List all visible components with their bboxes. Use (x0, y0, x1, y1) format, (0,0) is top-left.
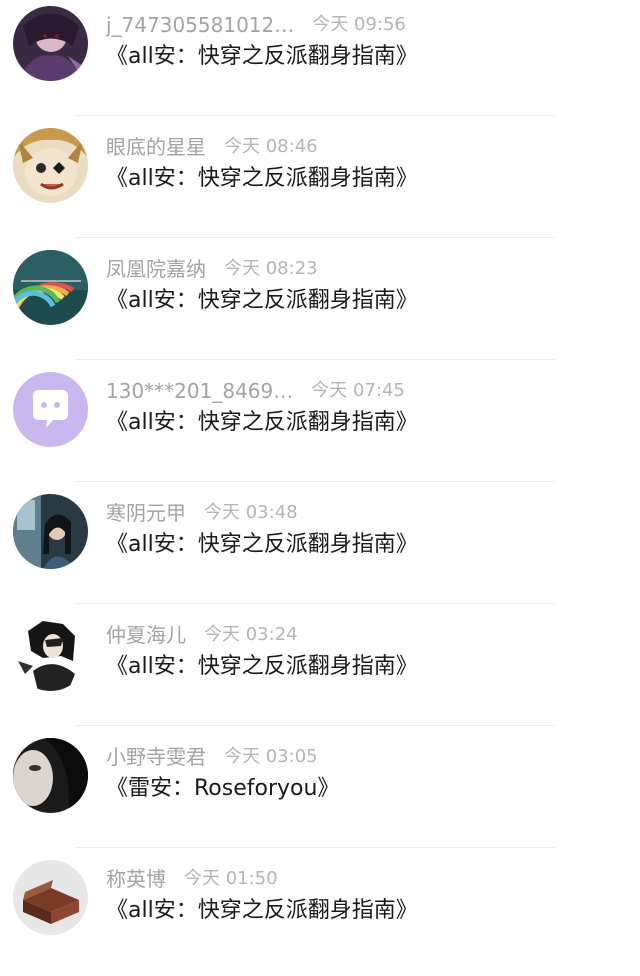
comment-text[interactable]: 《all安：快穿之反派翻身指南》 (106, 528, 418, 562)
divider (75, 603, 555, 604)
comment-text[interactable]: 《雷安：Roseforyou》 (106, 772, 339, 806)
comment-text[interactable]: 《all安：快穿之反派翻身指南》 (106, 406, 418, 440)
face-closeup-avatar-icon (13, 738, 88, 813)
username[interactable]: 仲夏海儿 (106, 619, 186, 651)
divider (75, 725, 555, 726)
girl-window-avatar-icon (13, 494, 88, 569)
timestamp: 今天 07:45 (311, 380, 405, 401)
username[interactable]: 凤凰院嘉纳 (106, 253, 206, 285)
username[interactable]: 寒阴元甲 (106, 497, 186, 529)
comment-text[interactable]: 《all安：快穿之反派翻身指南》 (106, 650, 418, 684)
username[interactable]: j_747305581012… (106, 9, 294, 41)
list-item[interactable]: 130***201_8469… 今天 07:45 《all安：快穿之反派翻身指南》 (0, 366, 640, 488)
timestamp: 今天 08:46 (224, 136, 318, 157)
comment-meta: 凤凰院嘉纳 今天 08:23 (106, 253, 626, 285)
rainbow-avatar-icon (13, 250, 88, 325)
brown-box-avatar-icon (13, 860, 88, 935)
username[interactable]: 称英博 (106, 863, 166, 895)
list-item[interactable]: 称英博 今天 01:50 《all安：快穿之反派翻身指南》 (0, 854, 640, 976)
avatar[interactable] (13, 616, 88, 691)
avatar[interactable] (13, 250, 88, 325)
comment-meta: 眼底的星星 今天 08:46 (106, 131, 626, 163)
timestamp: 今天 03:05 (224, 746, 318, 767)
comment-meta: 130***201_8469… 今天 07:45 (106, 375, 626, 407)
list-item[interactable]: 小野寺雯君 今天 03:05 《雷安：Roseforyou》 (0, 732, 640, 854)
comment-meta: 小野寺雯君 今天 03:05 (106, 741, 626, 773)
username[interactable]: 小野寺雯君 (106, 741, 206, 773)
avatar[interactable] (13, 494, 88, 569)
comment-text[interactable]: 《all安：快穿之反派翻身指南》 (106, 894, 418, 928)
timestamp: 今天 03:24 (204, 624, 298, 645)
comment-text[interactable]: 《all安：快穿之反派翻身指南》 (106, 284, 418, 318)
comment-meta: j_747305581012… 今天 09:56 (106, 9, 626, 41)
divider (75, 481, 555, 482)
avatar[interactable] (13, 860, 88, 935)
comment-meta: 称英博 今天 01:50 (106, 863, 626, 895)
dark-hair-anime-avatar-icon (13, 616, 88, 691)
divider (75, 847, 555, 848)
timestamp: 今天 01:50 (184, 868, 278, 889)
divider (75, 115, 555, 116)
avatar[interactable] (13, 372, 88, 447)
avatar[interactable] (13, 738, 88, 813)
comment-feed: j_747305581012… 今天 09:56 《all安：快穿之反派翻身指南》… (0, 0, 640, 945)
blonde-anime-avatar-icon (13, 128, 88, 203)
list-item[interactable]: 仲夏海儿 今天 03:24 《all安：快穿之反派翻身指南》 (0, 610, 640, 732)
timestamp: 今天 08:23 (224, 258, 318, 279)
comment-text[interactable]: 《all安：快穿之反派翻身指南》 (106, 162, 418, 196)
timestamp: 今天 03:48 (204, 502, 298, 523)
list-item[interactable]: 寒阴元甲 今天 03:48 《all安：快穿之反派翻身指南》 (0, 488, 640, 610)
list-item[interactable]: 凤凰院嘉纳 今天 08:23 《all安：快穿之反派翻身指南》 (0, 244, 640, 366)
avatar[interactable] (13, 6, 88, 81)
username[interactable]: 130***201_8469… (106, 375, 293, 407)
comment-meta: 寒阴元甲 今天 03:48 (106, 497, 626, 529)
list-item[interactable]: 眼底的星星 今天 08:46 《all安：快穿之反派翻身指南》 (0, 122, 640, 244)
chat-bubble-default-avatar-icon (13, 372, 88, 447)
dark-anime-avatar-icon (13, 6, 88, 81)
comment-meta: 仲夏海儿 今天 03:24 (106, 619, 626, 651)
avatar[interactable] (13, 128, 88, 203)
list-item[interactable]: j_747305581012… 今天 09:56 《all安：快穿之反派翻身指南》 (0, 0, 640, 122)
divider (75, 359, 555, 360)
divider (75, 237, 555, 238)
comment-text[interactable]: 《all安：快穿之反派翻身指南》 (106, 40, 418, 74)
username[interactable]: 眼底的星星 (106, 131, 206, 163)
timestamp: 今天 09:56 (312, 14, 406, 35)
